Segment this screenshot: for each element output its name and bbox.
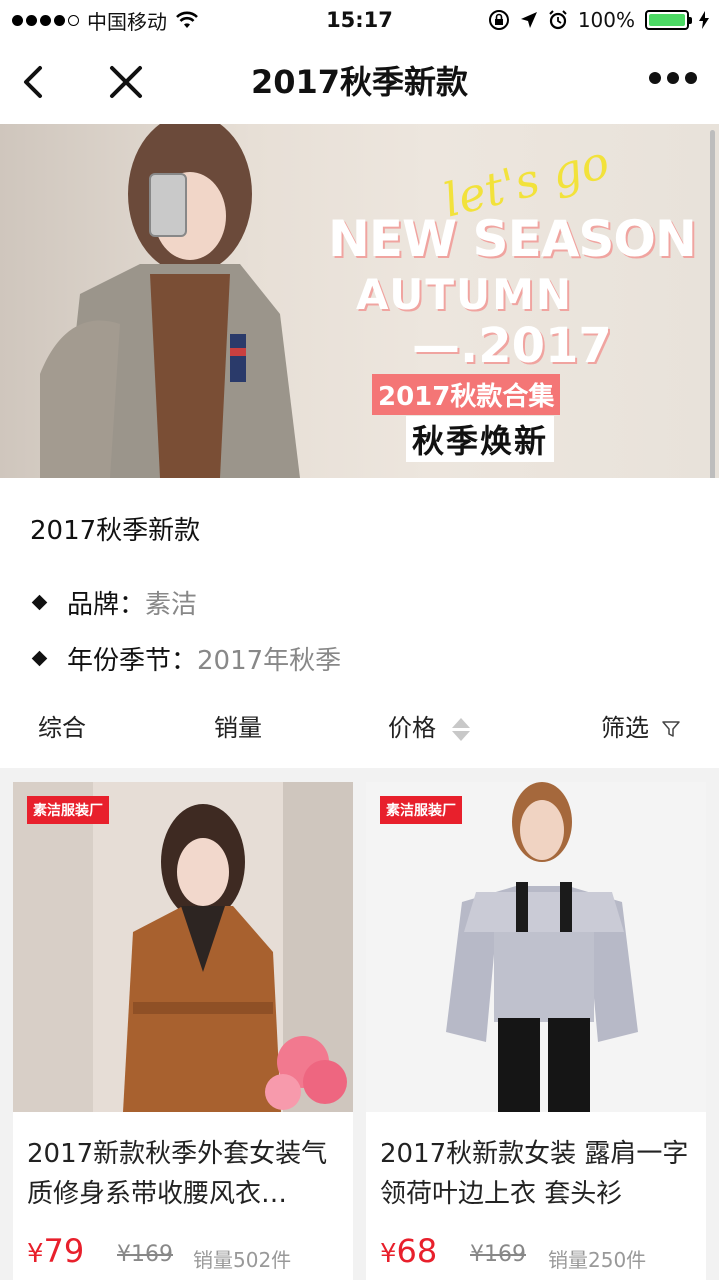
original-price: ¥169 [117,1242,173,1267]
attribute-value: 2017年秋季 [197,646,342,676]
sort-price[interactable]: 价格 [388,708,470,743]
banner-headline-3: —.2017 [412,318,612,374]
price-value: 79 [43,1232,85,1270]
scrollbar[interactable] [710,130,715,520]
sort-arrows-icon [451,717,470,741]
status-right: 100% [488,8,709,32]
product-title[interactable]: 2017新款秋季外套女装气质修身系带收腰风衣… [27,1134,343,1214]
store-badge: 素洁服装厂 [27,796,109,824]
sales-count: 销量502件 [193,1248,292,1272]
product-price: ¥79 [27,1232,84,1270]
alarm-icon [549,10,567,30]
page-title: 2017秋季新款 [250,63,469,101]
sort-bar: 综合 销量 价格 筛选 [0,692,719,754]
filter-funnel-icon [661,721,680,737]
product-title[interactable]: 2017秋新款女装 露肩一字领荷叶边上衣 套头衫 [380,1134,696,1214]
sort-price-label: 价格 [388,714,436,742]
diamond-bullet-icon [31,594,48,611]
product-image[interactable]: 素洁服装厂 [13,782,353,1112]
sort-sales[interactable]: 销量 [214,708,262,743]
collection-info: 2017秋季新款 品牌： 素洁 年份季节： 2017年秋季 综合 销量 价格 筛… [0,478,719,768]
sales-count: 销量250件 [548,1248,647,1272]
filter-button[interactable]: 筛选 [601,708,681,743]
banner-headline-1: NEW SEASON [328,210,697,268]
rotation-lock-icon [488,10,509,30]
product-card[interactable]: 素洁服装厂 2017秋新款女装 露肩一字领荷叶边上衣 套头衫 ¥68 ¥169 … [366,782,706,1280]
banner-tag: 2017秋款合集 [372,374,561,415]
collection-name: 2017秋季新款 [30,516,201,546]
attribute-label: 品牌： [67,590,146,620]
charging-bolt-icon [699,11,709,29]
model-photo [40,124,300,478]
attribute-value: 素洁 [145,590,198,620]
currency-symbol: ¥ [27,1239,44,1269]
filter-label: 筛选 [601,714,649,742]
navigation-bar: 2017秋季新款 [0,40,719,124]
product-card[interactable]: 素洁服装厂 2017新款秋季外套女装气质修身系带收腰风衣… ¥79 ¥169 销… [13,782,353,1280]
promo-banner[interactable]: let's go NEW SEASON AUTUMN —.2017 2017秋款… [0,124,719,478]
attribute-season: 年份季节： 2017年秋季 [30,640,341,677]
sort-comprehensive[interactable]: 综合 [38,708,86,743]
battery-percent: 100% [577,8,635,32]
store-badge: 素洁服装厂 [380,796,462,824]
original-price: ¥169 [470,1242,526,1267]
price-value: 68 [396,1232,438,1270]
attribute-brand: 品牌： 素洁 [30,584,197,621]
product-price: ¥68 [380,1232,437,1270]
attribute-label: 年份季节： [67,646,198,676]
banner-headline-2: AUTUMN [356,270,574,319]
diamond-bullet-icon [31,650,48,667]
more-dots-icon[interactable] [649,72,697,84]
banner-subtitle: 秋季焕新 [406,416,555,462]
currency-symbol: ¥ [380,1239,397,1269]
location-arrow-icon [520,12,537,28]
status-bar: 中国移动 15:17 100% [0,0,719,40]
product-image[interactable]: 素洁服装厂 [366,782,706,1112]
battery-icon [645,10,692,30]
